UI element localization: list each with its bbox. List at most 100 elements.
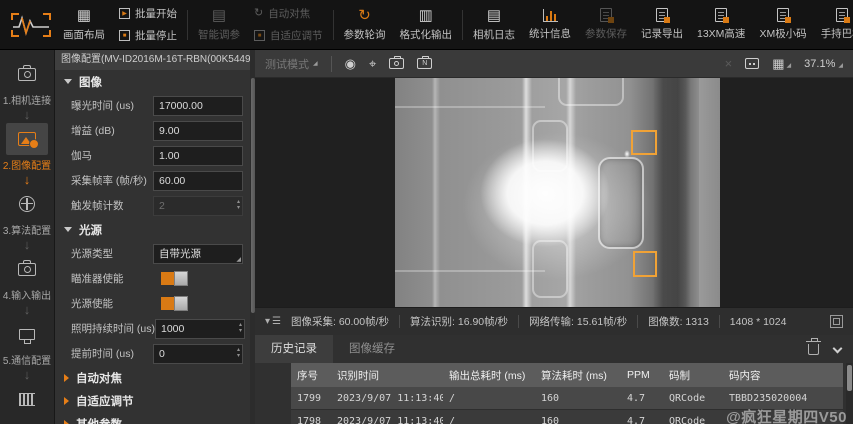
section-autofocus[interactable]: 自动对焦 [55, 366, 250, 389]
stats-chart-icon [543, 9, 558, 22]
emboss-shape [532, 240, 568, 298]
preset-13xm-button[interactable]: 13XM高速 [690, 0, 752, 50]
section-image[interactable]: 图像 [55, 70, 250, 93]
zoom-level-control[interactable]: 37.1% ◢ [804, 58, 843, 70]
sidebar-item-io[interactable]: 4.输入输出 [3, 253, 51, 302]
stats-info-button[interactable]: 统计信息 [522, 0, 578, 50]
status-acquisition: 图像采集: 60.00帧/秒 [291, 314, 389, 329]
exposure-input[interactable]: 17000.00 [153, 96, 243, 116]
chevron-right-icon [64, 374, 69, 382]
format-output-button[interactable]: ▥ 格式化输出 [393, 0, 460, 50]
image-format-icon[interactable] [745, 58, 759, 69]
roi-box-top[interactable] [631, 130, 657, 155]
chevron-down-icon [64, 227, 72, 232]
trash-icon[interactable] [808, 344, 819, 355]
sidebar-item-comm-config[interactable]: 5.通信配置 [3, 318, 51, 367]
batch-start-button[interactable]: ▶ 批量开始 [119, 6, 177, 21]
section-light[interactable]: 光源 [55, 218, 250, 241]
batch-start-icon: ▶ [119, 8, 130, 19]
chevron-right-icon [64, 397, 69, 405]
status-network: 网络传输: 15.61帧/秒 [529, 314, 627, 329]
gamma-label: 伽马 [71, 148, 92, 163]
record-export-button[interactable]: 记录导出 [634, 0, 690, 50]
record-icon[interactable]: ◉ [345, 57, 356, 70]
sidebar-item-image-config[interactable]: 2.图像配置 [3, 123, 51, 172]
capture-camera-icon[interactable] [389, 58, 404, 69]
batch-stop-button[interactable]: ■ 批量停止 [119, 28, 177, 43]
image-viewer[interactable] [255, 78, 853, 307]
algorithm-icon [19, 196, 35, 212]
gamma-input[interactable]: 1.00 [153, 146, 243, 166]
layout-grid-icon: ▦ [77, 8, 91, 23]
sidebar-item-camera-connect[interactable]: 1.相机连接 [3, 58, 51, 107]
emboss-line [395, 106, 545, 108]
tab-image-cache[interactable]: 图像缓存 [333, 335, 411, 363]
light-duration-input[interactable]: 1000 ▴▾ [155, 319, 245, 339]
smart-tune-button: ▤ 智能调参 [191, 0, 247, 50]
spinner-icons: ▴▾ [239, 320, 242, 338]
preset-doc-icon [715, 8, 727, 22]
toolbar-divider [187, 10, 188, 40]
chevron-down-icon [64, 79, 72, 84]
grid-view-icon[interactable]: ▦ [772, 57, 784, 70]
batch-group: ▶ 批量开始 ■ 批量停止 [112, 0, 184, 50]
sidebar-item-barcode[interactable] [6, 383, 48, 417]
table-header-row: 序号 识别时间 输出总耗时 (ms) 算法耗时 (ms) PPM 码制 码内容 [291, 363, 843, 387]
exposure-label: 曝光时间 (us) [71, 98, 134, 113]
section-adaptive[interactable]: 自适应调节 [55, 389, 250, 412]
roi-box-bottom[interactable] [633, 251, 657, 277]
status-menu-icon[interactable]: ▾☰ [265, 316, 281, 327]
toolbar-divider [333, 10, 334, 40]
status-resolution: 1408 * 1024 [730, 316, 787, 328]
image-config-icon [18, 132, 36, 146]
panel-title: 图像配置(MV-ID2016M-16T-RBN(00K544921 [55, 50, 250, 70]
dropdown-corner-icon: ◢ [787, 62, 792, 70]
gain-label: 增益 (dB) [71, 123, 115, 138]
history-tabs: 历史记录 图像缓存 [255, 335, 853, 363]
float-window-icon[interactable] [830, 315, 843, 328]
preset-handheld-button[interactable]: 手持巴枪 [814, 0, 853, 50]
auto-adjust-group: ↻ 自动对焦 ■ 自适应调节 [247, 0, 330, 50]
chevron-down-icon[interactable] [833, 344, 843, 354]
param-polling-button[interactable]: ↻ 参数轮询 [337, 0, 393, 50]
param-save-icon [600, 8, 612, 22]
preset-xm-button[interactable]: XM极小码 [752, 0, 813, 50]
mvs-logo [6, 8, 56, 42]
camera-connect-icon [18, 68, 36, 81]
chevron-right-icon [64, 420, 69, 424]
gain-input[interactable]: 9.00 [153, 121, 243, 141]
toolbar-divider [462, 10, 463, 40]
aimer-enable-toggle[interactable] [161, 272, 187, 285]
batch-stop-icon: ■ [119, 30, 130, 41]
emboss-line [395, 270, 545, 272]
light-enable-toggle[interactable] [161, 297, 187, 310]
format-output-icon: ▥ [419, 8, 433, 23]
advance-time-input[interactable]: 0 ▴▾ [153, 344, 243, 364]
emboss-shape [558, 78, 624, 106]
layout-button[interactable]: ▦ 画面布局 [56, 0, 112, 50]
viewer-toolbar: 测试模式 ◢ ◉ ⌖ N × ▦ ◢ 37.1% ◢ [255, 50, 853, 78]
aimer-enable-label: 瞄准器使能 [71, 271, 124, 286]
adaptive-adjust-button: ■ 自适应调节 [254, 28, 323, 43]
crosshair-locate-icon[interactable]: ⌖ [369, 57, 376, 70]
tab-history[interactable]: 历史记录 [255, 335, 333, 363]
smart-tune-icon: ▤ [212, 8, 226, 23]
preset-doc-icon [777, 8, 789, 22]
table-scrollbar[interactable] [846, 363, 853, 424]
camera-log-button[interactable]: ▤ 相机日志 [466, 0, 522, 50]
light-duration-label: 照明持续时间 (us) [71, 321, 155, 336]
trigger-count-label: 触发帧计数 [71, 198, 124, 213]
test-mode-dropdown: 测试模式 ◢ [265, 56, 318, 72]
layout-label: 画面布局 [63, 27, 105, 42]
step-arrow-icon: ↓ [24, 172, 31, 188]
continuous-capture-icon[interactable]: N [417, 58, 432, 69]
sidebar-item-algorithm-config[interactable]: 3.算法配置 [3, 188, 51, 237]
framerate-input[interactable]: 60.00 [153, 171, 243, 191]
framerate-label: 采集帧率 (帧/秒) [71, 173, 147, 188]
emboss-shape [598, 157, 644, 249]
section-other[interactable]: 其他参数 [55, 412, 250, 424]
step-sidebar: 1.相机连接 ↓ 2.图像配置 ↓ 3.算法配置 ↓ 4.输入输出 ↓ 5.通信… [0, 50, 55, 424]
status-image-count: 图像数: 1313 [648, 314, 709, 329]
emboss-shape [532, 120, 568, 172]
light-type-dropdown[interactable]: 自带光源 ◢ [153, 244, 243, 264]
